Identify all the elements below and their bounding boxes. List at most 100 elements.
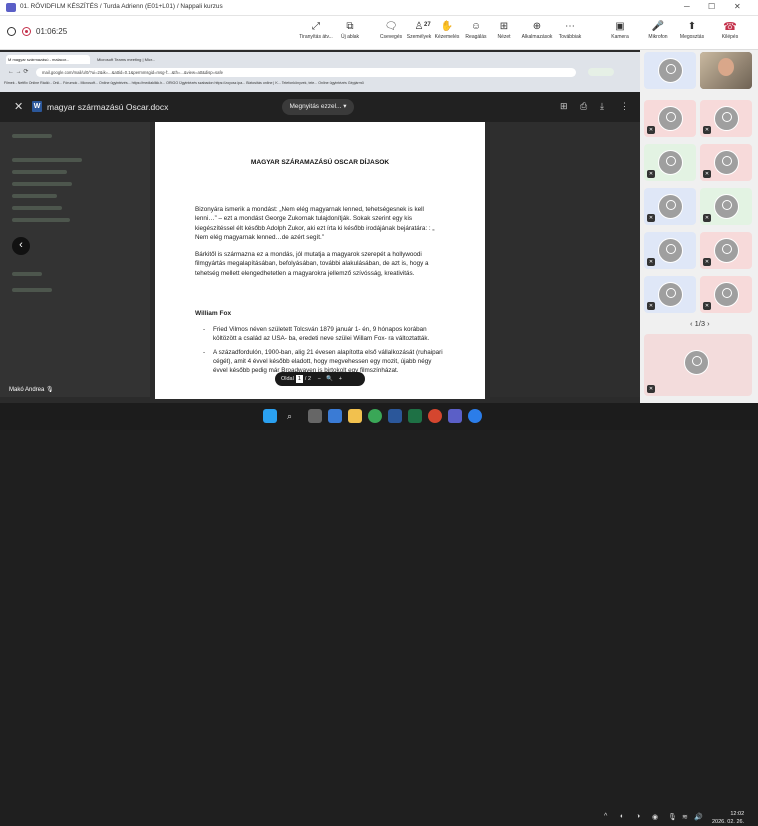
mic-muted-icon: ✕ <box>647 170 655 178</box>
tray-app-icon[interactable]: ◑ <box>636 813 640 820</box>
start-icon[interactable] <box>263 409 277 423</box>
more-icon: ⋯ <box>565 21 575 32</box>
mic-muted-icon: ✕ <box>647 126 655 134</box>
new-window-icon: ⧉ <box>346 21 354 32</box>
zoom-in-icon: + <box>338 376 342 382</box>
avatar <box>714 282 739 307</box>
excel-icon[interactable] <box>408 409 422 423</box>
participant-tile[interactable]: ✕ <box>644 232 696 269</box>
shared-browser-chrome: M magyar származású - malacor... Microso… <box>0 52 640 92</box>
mic-muted-icon: ✕ <box>703 214 711 222</box>
mic-muted-icon: ✕ <box>703 302 711 310</box>
mic-muted-icon: ✕ <box>647 258 655 266</box>
edge-icon[interactable] <box>468 409 482 423</box>
participant-tile[interactable]: ✕ <box>700 276 752 313</box>
chrome-icon[interactable] <box>368 409 382 423</box>
apps-icon: ⊕ <box>532 21 542 32</box>
address-bar: mail.google.com/mail/u/0/?ui=2&ik=...&at… <box>36 68 576 77</box>
ghost-line <box>12 182 72 186</box>
ghost-line <box>12 134 52 138</box>
zoom-out-icon: − <box>317 376 321 382</box>
more-options-icon: ⋮ <box>620 101 629 111</box>
presenter-name: Makó Andrea 🎙 <box>9 387 54 393</box>
self-view-tile[interactable]: ✕ <box>644 334 752 396</box>
print-icon: ⎙ <box>580 101 588 111</box>
viewer-right-margin <box>490 122 640 397</box>
avatar <box>714 150 739 175</box>
ghost-line <box>12 194 57 198</box>
task-view-icon[interactable] <box>308 409 322 423</box>
close-icon[interactable]: ✕ <box>734 2 741 11</box>
document-paragraph: Bárkitől is származna ez a mondás, jól m… <box>195 251 429 277</box>
word-icon[interactable] <box>388 409 402 423</box>
file-explorer-icon[interactable] <box>348 409 362 423</box>
meeting-toolbar: 01:06:25 ⤢ Tiranyítás átv... ⧉ Új ablak 🗨 C… <box>0 16 758 50</box>
tray-app-icon[interactable]: ◉ <box>652 813 658 821</box>
window-title-bar: 01. RÖVIDFILM KÉSZÍTÉS / Turda Adrienn (… <box>0 0 758 16</box>
ghost-line <box>12 206 62 210</box>
participant-tile[interactable]: ✕ <box>644 100 696 137</box>
ghost-line <box>12 218 70 222</box>
wifi-icon[interactable]: ≋ <box>682 813 688 821</box>
gallery-prev-icon[interactable]: ‹ <box>690 319 693 328</box>
widgets-icon[interactable] <box>328 409 342 423</box>
participant-tile[interactable]: ✕ <box>700 232 752 269</box>
search-icon[interactable]: ⌕ <box>287 411 292 422</box>
more-button[interactable]: ⋯ Továbbiak <box>552 20 588 48</box>
page-number-input: 1 <box>295 375 303 383</box>
participant-tile[interactable] <box>644 52 696 89</box>
participant-tile[interactable]: ✕ <box>644 188 696 225</box>
mic-muted-icon: ✕ <box>647 385 655 393</box>
document-title: MAGYAR SZÁRAMAZÁSÚ OSCAR DÍJASOK <box>250 159 390 166</box>
browser-nav-icons: ← → ⟳ <box>8 69 29 75</box>
bookmarks-bar: Filmek - Netflix Online Rádió - Onli... … <box>4 81 364 85</box>
participant-tile[interactable]: ✕ <box>700 144 752 181</box>
ghost-line <box>12 170 67 174</box>
ghost-line <box>12 288 52 292</box>
close-viewer-icon: ✕ <box>14 101 24 113</box>
camera-icon: ▣ <box>615 21 625 32</box>
participant-tile[interactable]: ✕ <box>700 188 752 225</box>
tray-chevron-icon[interactable]: ^ <box>604 813 607 820</box>
presenter-mic-icon: 🎙 <box>46 387 54 393</box>
teams-app-icon <box>6 3 16 12</box>
file-name: magyar származású Oscar.docx <box>47 102 169 112</box>
mic-muted-icon: ✕ <box>703 126 711 134</box>
participant-tile[interactable]: ✕ <box>700 100 752 137</box>
share-icon: ⬆ <box>687 21 697 32</box>
maximize-icon[interactable]: ☐ <box>708 2 715 11</box>
taskbar-clock[interactable]: 12:02 2026. 02. 26. <box>712 810 744 826</box>
dimmed-background <box>0 122 150 397</box>
minimize-icon[interactable]: ─ <box>684 2 690 11</box>
avatar <box>658 106 683 131</box>
leave-button[interactable]: ☎ Kilépés <box>712 20 748 48</box>
avatar <box>658 150 683 175</box>
meeting-info-icon[interactable] <box>7 27 16 36</box>
tray-mic-icon[interactable]: 🎙 <box>668 813 677 821</box>
participant-tile[interactable]: ✕ <box>644 144 696 181</box>
face-thumbnail <box>718 58 734 76</box>
tray-app-icon[interactable]: ◐ <box>620 813 624 820</box>
window-title: 01. RÖVIDFILM KÉSZÍTÉS / Turda Adrienn (… <box>20 3 223 10</box>
volume-icon[interactable]: 🔊 <box>694 813 703 821</box>
word-file-icon: W <box>32 101 42 112</box>
previous-file-button: ‹ <box>12 237 30 255</box>
participant-tile[interactable]: ✕ <box>644 276 696 313</box>
browser-tab-gmail: M magyar származású - malacor... <box>6 55 90 64</box>
gallery-pager: ‹ 1/3 › <box>690 319 710 328</box>
participant-video-tile[interactable] <box>700 52 752 89</box>
gallery-next-icon[interactable]: › <box>707 319 710 328</box>
mic-muted-icon: ✕ <box>703 170 711 178</box>
avatar <box>658 282 683 307</box>
open-with-button: Megnyitás ezzel... ▾ <box>282 99 354 115</box>
view-icon: ⊞ <box>499 21 509 32</box>
mic-muted-icon: ✕ <box>703 258 711 266</box>
teams-taskbar-icon[interactable] <box>448 409 462 423</box>
app-icon[interactable] <box>428 409 442 423</box>
ghost-line <box>12 158 82 162</box>
zoom-icon: 🔍 <box>326 376 334 382</box>
list-item: Fried Vilmos néven született Tolcsván 18… <box>203 325 445 344</box>
leave-icon: ☎ <box>723 21 737 33</box>
avatar <box>714 238 739 263</box>
avatar <box>658 58 683 83</box>
